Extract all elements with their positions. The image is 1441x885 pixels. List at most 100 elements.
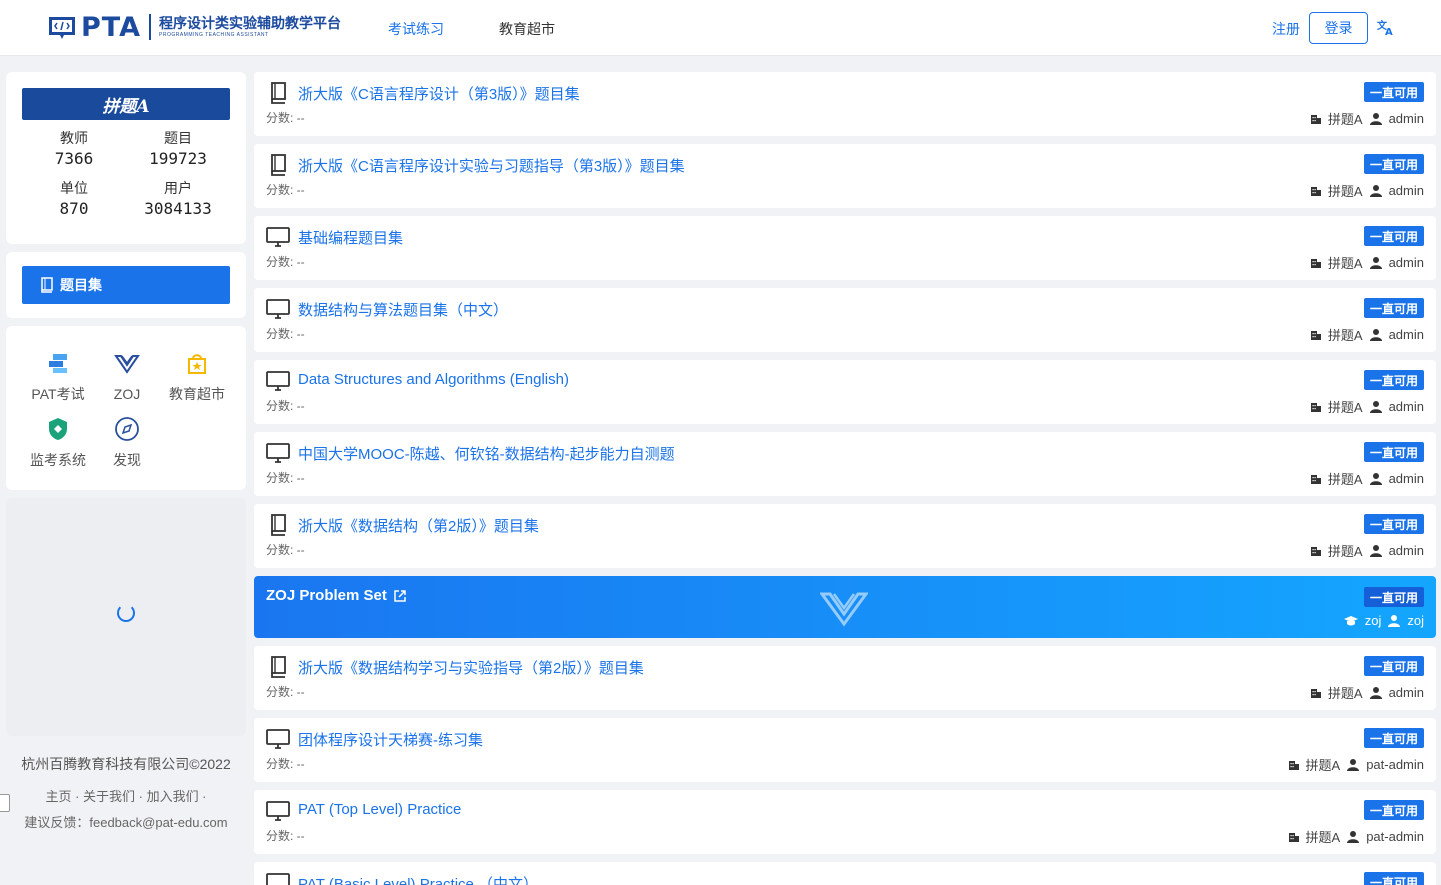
problemset-button[interactable]: 题目集 (22, 266, 230, 304)
user-icon (1369, 328, 1382, 341)
logo-divider (149, 14, 152, 40)
problem-set-score: 分数: -- (266, 399, 305, 413)
problem-set-row[interactable]: 浙大版《C语言程序设计实验与习题指导（第3版）》题目集 分数: -- 一直可用 … (254, 144, 1436, 208)
problem-set-row[interactable]: 浙大版《数据结构学习与实验指导（第2版）》题目集 分数: -- 一直可用 拼题A… (254, 646, 1436, 710)
svg-text:A: A (1385, 27, 1393, 36)
problem-set-title[interactable]: 中国大学MOOC-陈越、何钦铭-数据结构-起步能力自测题 (298, 443, 675, 464)
external-link-icon[interactable] (393, 589, 407, 603)
user-icon (1347, 830, 1360, 843)
nav-exam-practice[interactable]: 考试练习 (388, 19, 444, 39)
problem-set-meta: 拼题A pat-admin (1288, 827, 1424, 846)
availability-badge: 一直可用 (1363, 587, 1424, 607)
problem-set-title[interactable]: 基础编程题目集 (298, 227, 403, 248)
top-header: PTA 程序设计类实验辅助教学平台 PROGRAMMING TEACHING A… (0, 0, 1441, 56)
problem-set-meta: 拼题A admin (1310, 181, 1424, 200)
owner-name: pat-admin (1366, 757, 1424, 772)
user-icon (1347, 758, 1360, 771)
monitor-icon (266, 799, 290, 823)
app-discover[interactable]: 发现 (92, 416, 162, 469)
problem-set-title[interactable]: ZOJ Problem Set (266, 587, 407, 604)
owner-name: zoj (1407, 613, 1424, 628)
monitor-icon (266, 225, 290, 249)
problem-set-row[interactable]: PAT (Top Level) Practice 分数: -- 一直可用 拼题A… (254, 790, 1436, 854)
availability-badge: 一直可用 (1363, 154, 1424, 174)
problem-set-title[interactable]: 浙大版《数据结构学习与实验指导（第2版）》题目集 (298, 657, 644, 678)
problem-set-row[interactable]: 数据结构与算法题目集（中文） 分数: -- 一直可用 拼题A admin (254, 288, 1436, 352)
problem-set-row[interactable]: 中国大学MOOC-陈越、何钦铭-数据结构-起步能力自测题 分数: -- 一直可用… (254, 432, 1436, 496)
pta-logo[interactable]: PTA 程序设计类实验辅助教学平台 PROGRAMMING TEACHING A… (47, 12, 341, 43)
app-edu-market[interactable]: 教育超市 (162, 350, 232, 403)
problem-set-row[interactable]: 浙大版《C语言程序设计（第3版）》题目集 分数: -- 一直可用 拼题A adm… (254, 72, 1436, 136)
stat-value: 7366 (54, 149, 94, 168)
book-icon (266, 513, 290, 537)
footer-links[interactable]: 主页 · 关于我们 · 加入我们 · (0, 786, 252, 805)
org-name: 拼题A (1327, 400, 1363, 415)
zoj-problem-set-row[interactable]: ZOJ Problem Set 一直可用 zoj zoj (254, 576, 1436, 638)
problem-set-title[interactable]: 数据结构与算法题目集（中文） (298, 299, 508, 320)
problem-set-title[interactable]: 浙大版《C语言程序设计实验与习题指导（第3版）》题目集 (298, 155, 685, 176)
problem-set-title[interactable]: PAT (Top Level) Practice (298, 801, 461, 818)
org-name: 拼题A (1327, 544, 1363, 559)
problem-set-score: 分数: -- (266, 685, 305, 699)
user-icon (1369, 544, 1382, 557)
org-name: 拼题A (1305, 830, 1341, 845)
owner-name: admin (1388, 327, 1424, 342)
problem-set-meta: 拼题A admin (1310, 683, 1424, 702)
app-proctor[interactable]: 监考系统 (23, 416, 93, 469)
stat-users: 用户 3084133 (128, 179, 228, 220)
stat-teachers: 教师 7366 (24, 129, 124, 170)
problem-set-score: 分数: -- (266, 111, 305, 125)
user-icon (1369, 400, 1382, 413)
register-link[interactable]: 注册 (1272, 19, 1300, 39)
book-icon (41, 277, 53, 293)
logo-cn: 程序设计类实验辅助教学平台 (159, 15, 342, 31)
stat-label: 单位 (60, 180, 88, 196)
building-icon (1310, 258, 1321, 268)
apps-card: PAT考试 ZOJ 教育超市 监考系统 发现 (6, 326, 246, 490)
org-name: zoj (1364, 613, 1382, 628)
problem-set-row[interactable]: 团体程序设计天梯赛-练习集 分数: -- 一直可用 拼题A pat-admin (254, 718, 1436, 782)
building-icon (1310, 330, 1321, 340)
problem-set-row[interactable]: 基础编程题目集 分数: -- 一直可用 拼题A admin (254, 216, 1436, 280)
stat-label: 用户 (164, 180, 192, 196)
stat-units: 单位 870 (24, 179, 124, 220)
footer-company: 杭州百腾教育科技有限公司©2022 (21, 756, 231, 772)
zoj-logo-icon (820, 592, 868, 627)
nav-edu-market[interactable]: 教育超市 (499, 19, 555, 39)
monitor-icon (266, 727, 290, 751)
book-icon (266, 153, 290, 177)
stat-label: 题目 (164, 130, 192, 146)
availability-badge: 一直可用 (1363, 298, 1424, 318)
problem-set-score: 分数: -- (266, 255, 305, 269)
monitor-icon (266, 297, 290, 321)
problem-set-title[interactable]: 浙大版《数据结构（第2版）》题目集 (298, 515, 539, 536)
loading-panel (6, 498, 246, 736)
logo-en: PROGRAMMING TEACHING ASSISTANT (159, 32, 269, 38)
problem-set-title[interactable]: Data Structures and Algorithms (English) (298, 371, 569, 388)
building-icon (1288, 760, 1299, 770)
zoj-title-text: ZOJ Problem Set (266, 587, 387, 604)
building-icon (1310, 402, 1321, 412)
app-pat[interactable]: PAT考试 (23, 350, 93, 403)
logo-subtitle: 程序设计类实验辅助教学平台 PROGRAMMING TEACHING ASSIS… (159, 15, 341, 39)
owner-name: pat-admin (1366, 829, 1424, 844)
problem-set-title[interactable]: PAT (Basic Level) Practice （中文） (298, 873, 538, 885)
org-name: 拼题A (1327, 472, 1363, 487)
availability-badge: 一直可用 (1363, 226, 1424, 246)
pintia-banner: 拼题A (22, 88, 230, 120)
availability-badge: 一直可用 (1363, 872, 1424, 885)
problem-set-row[interactable]: 浙大版《数据结构（第2版）》题目集 分数: -- 一直可用 拼题A admin (254, 504, 1436, 568)
problem-set-row[interactable]: PAT (Basic Level) Practice （中文） 分数: -- 一… (254, 862, 1436, 885)
org-name: 拼题A (1305, 758, 1341, 773)
problem-set-title[interactable]: 团体程序设计天梯赛-练习集 (298, 729, 483, 750)
language-icon[interactable]: 文 A (1377, 18, 1395, 36)
app-zoj[interactable]: ZOJ (92, 350, 162, 403)
availability-badge: 一直可用 (1363, 728, 1424, 748)
problemset-label: 题目集 (60, 277, 102, 293)
problem-set-title[interactable]: 浙大版《C语言程序设计（第3版）》题目集 (298, 83, 580, 104)
footer-feedback[interactable]: 建议反馈：feedback@pat-edu.com (0, 812, 252, 831)
problem-set-row[interactable]: Data Structures and Algorithms (English)… (254, 360, 1436, 424)
login-button[interactable]: 登录 (1309, 12, 1368, 44)
book-icon (266, 655, 290, 679)
stat-problems: 题目 199723 (128, 129, 228, 170)
